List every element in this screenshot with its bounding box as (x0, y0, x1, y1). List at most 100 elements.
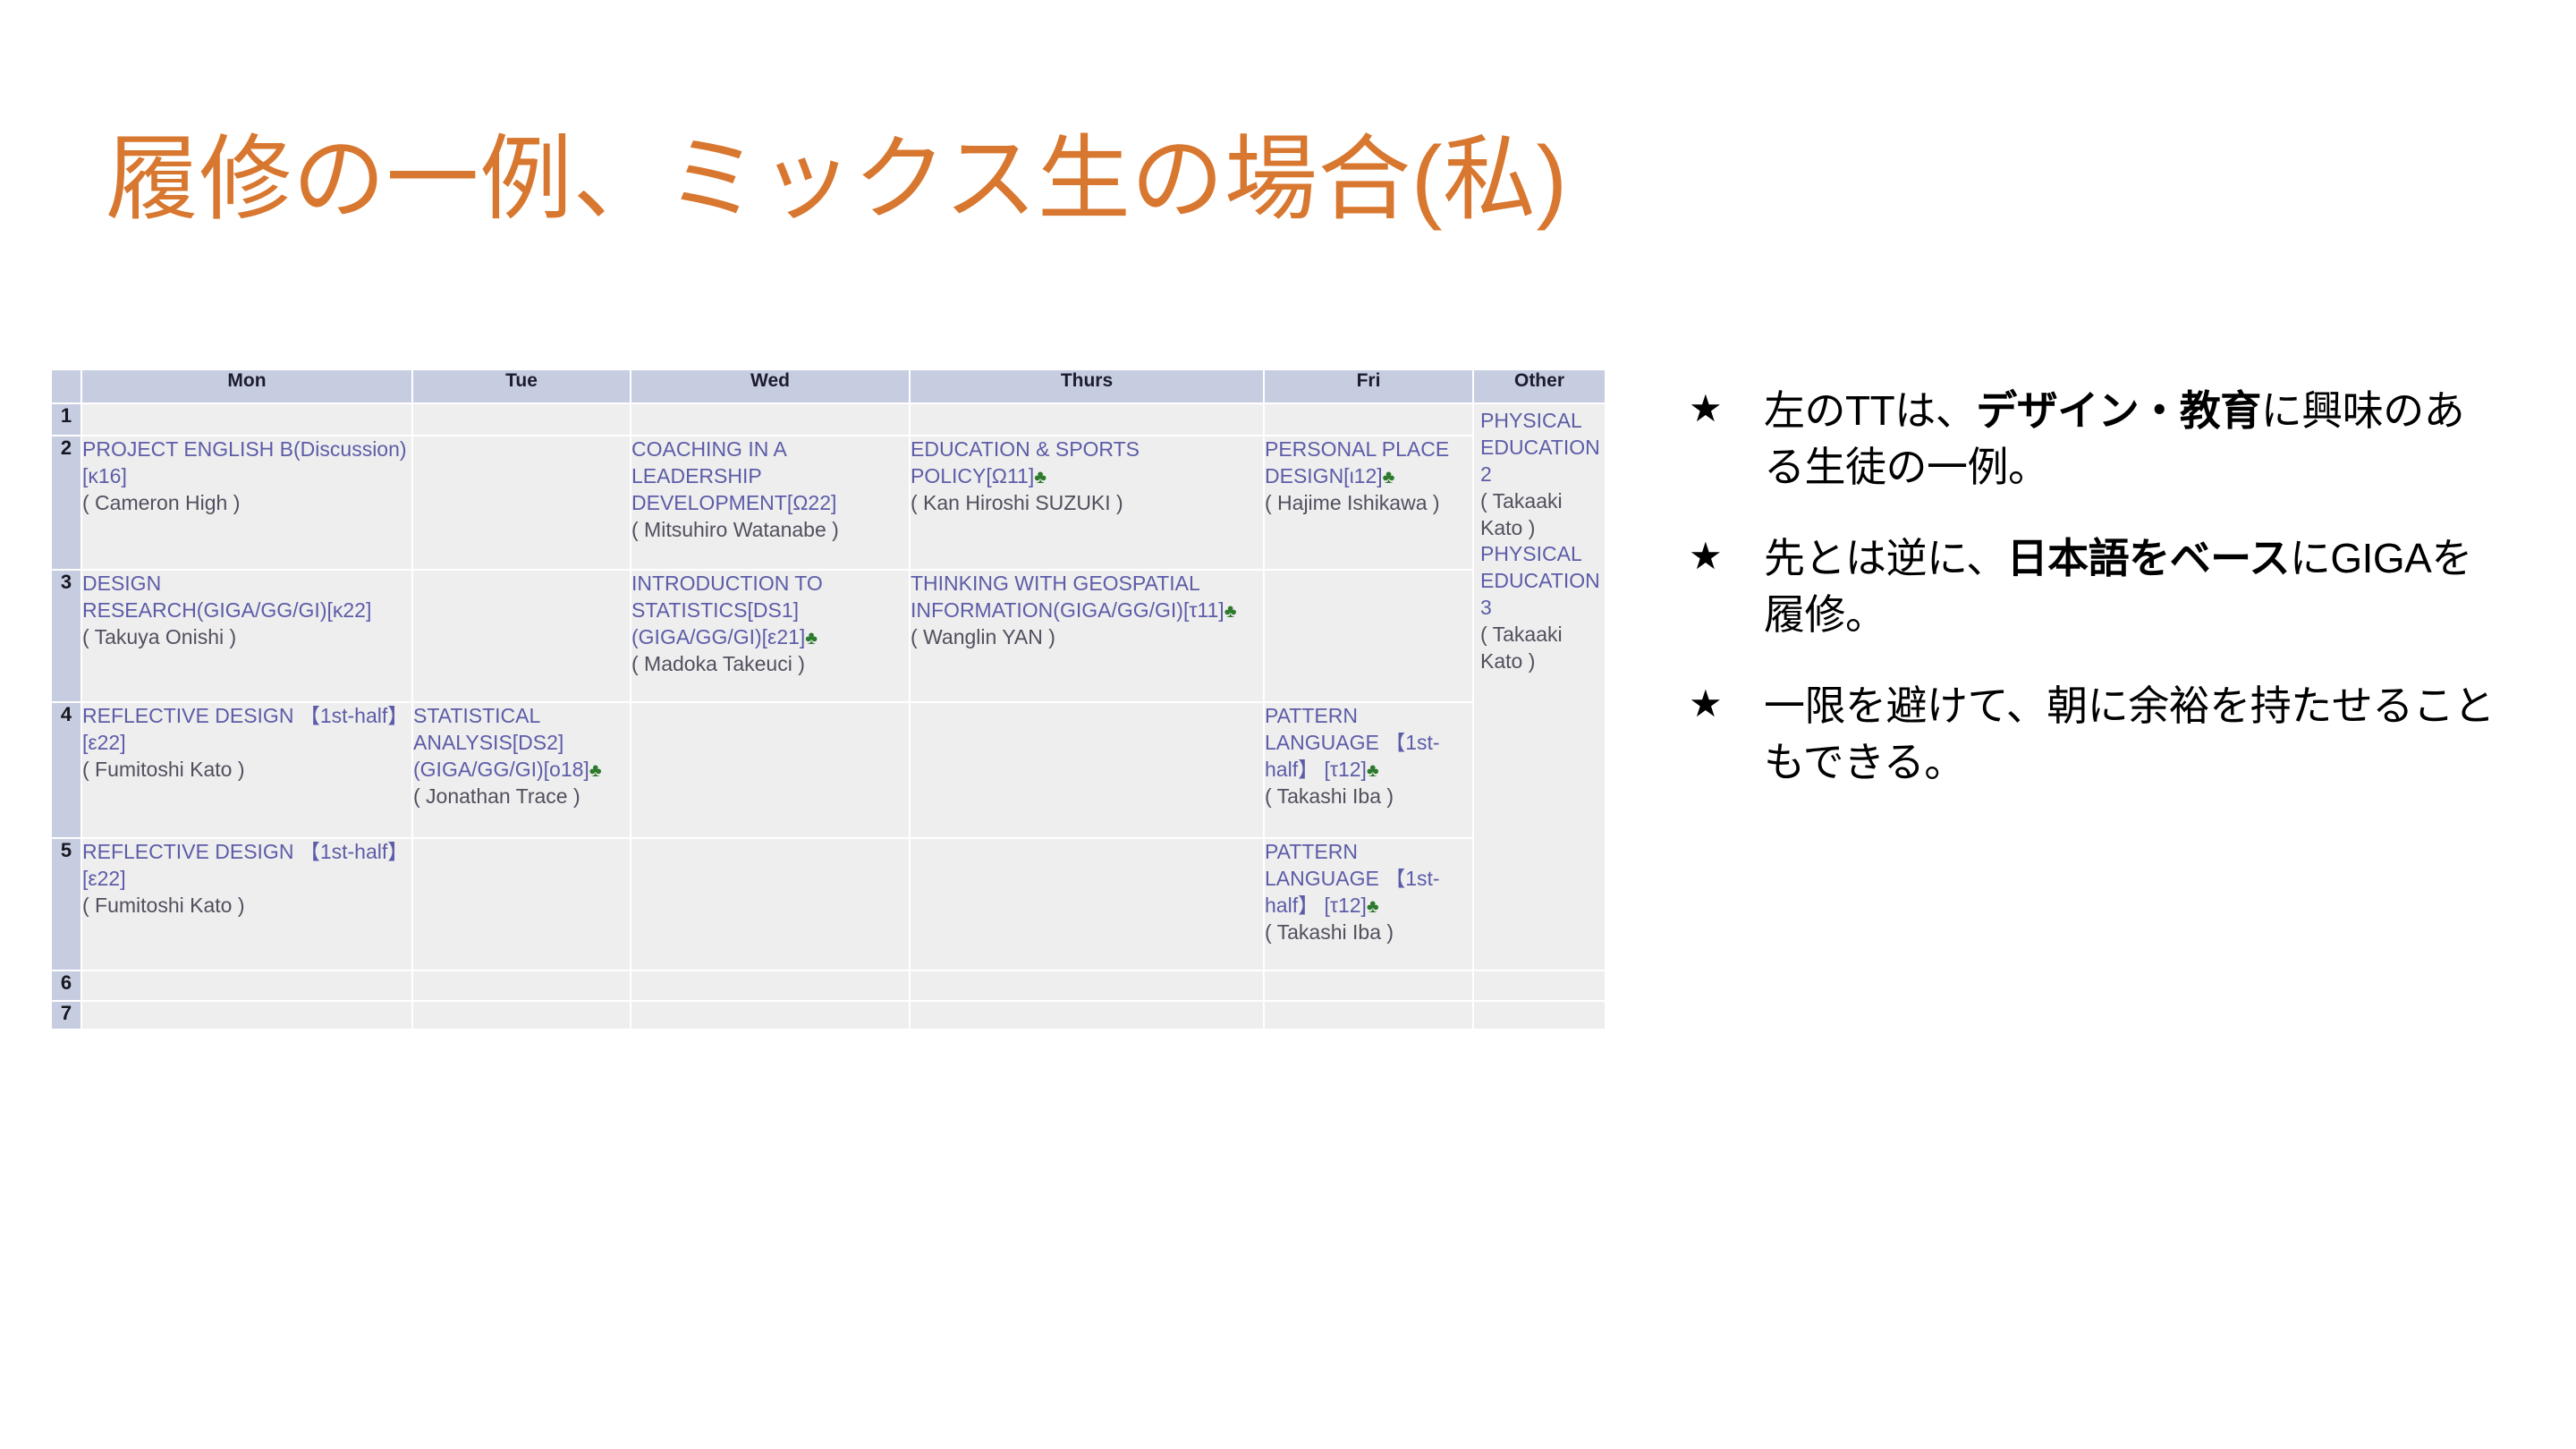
cell-tue-7[interactable] (411, 1000, 631, 1030)
row-number: 3 (50, 569, 82, 703)
list-item: ★ 左のTTは、デザイン・教育に興味のある生徒の一例。 (1682, 383, 2504, 496)
cell-mon-5[interactable]: REFLECTIVE DESIGN 【1st-half】 [ε22] ( Fum… (80, 837, 413, 971)
course-name: PATTERN LANGUAGE 【1st-half】 [τ12]♣ (1265, 839, 1472, 919)
cell-mon-6[interactable] (80, 970, 413, 1002)
cell-wed-3[interactable]: INTRODUCTION TO STATISTICS[DS1](GIGA/GG/… (630, 569, 911, 703)
course-teacher: ( Hajime Ishikawa ) (1265, 490, 1440, 514)
course-name: REFLECTIVE DESIGN 【1st-half】 [ε22] (82, 840, 409, 890)
course-teacher: ( Takuya Onishi ) (82, 624, 237, 648)
page-title: 履修の一例、ミックス生の場合(私) (106, 128, 1568, 232)
cell-wed-1[interactable] (630, 402, 911, 436)
cell-fri-7[interactable] (1263, 1000, 1474, 1030)
course-title: PERSONAL PLACE DESIGN[ι12] (1265, 437, 1450, 487)
list-item: ★ 先とは逆に、日本語をベースにGIGAを履修。 (1682, 530, 2504, 644)
row-number: 6 (50, 970, 82, 1002)
cell-wed-7[interactable] (630, 1000, 911, 1030)
cell-fri-5[interactable]: PATTERN LANGUAGE 【1st-half】 [τ12]♣ ( Tak… (1263, 837, 1474, 971)
list-item: ★ 一限を避けて、朝に余裕を持たせることもできる。 (1682, 678, 2504, 792)
cell-thurs-4[interactable] (909, 701, 1265, 839)
cell-other-6[interactable] (1472, 970, 1606, 1002)
club-icon: ♣ (1366, 759, 1379, 781)
column-header-mon: Mon (80, 369, 413, 404)
cell-mon-3[interactable]: DESIGN RESEARCH(GIGA/GG/GI)[κ22] ( Takuy… (80, 569, 413, 703)
cell-mon-7[interactable] (80, 1000, 413, 1030)
cell-fri-3[interactable] (1263, 569, 1474, 703)
cell-tue-3[interactable] (411, 569, 631, 703)
notes-list: ★ 左のTTは、デザイン・教育に興味のある生徒の一例。 ★ 先とは逆に、日本語を… (1682, 383, 2504, 826)
table-row: 3 DESIGN RESEARCH(GIGA/GG/GI)[κ22] ( Tak… (50, 569, 1606, 703)
cell-wed-2[interactable]: COACHING IN A LEADERSHIP DEVELOPMENT[Ω22… (630, 435, 911, 571)
row-number: 5 (50, 837, 82, 971)
cell-thurs-1[interactable] (909, 402, 1265, 436)
club-icon: ♣ (1224, 600, 1237, 622)
table-row: 6 (50, 970, 1606, 1002)
cell-wed-4[interactable] (630, 701, 911, 839)
cell-fri-6[interactable] (1263, 970, 1474, 1002)
club-icon: ♣ (589, 759, 602, 781)
star-icon: ★ (1689, 534, 1723, 577)
table-row: 4 REFLECTIVE DESIGN 【1st-half】 [ε22] ( F… (50, 701, 1606, 839)
cell-thurs-6[interactable] (909, 970, 1265, 1002)
cell-tue-2[interactable] (411, 435, 631, 571)
other-teacher-2: ( Takaaki Kato ) (1480, 623, 1563, 674)
note-text-bold: 日本語をベース (2006, 534, 2291, 581)
other-teacher-1: ( Takaaki Kato ) (1480, 488, 1563, 539)
cell-mon-1[interactable] (80, 402, 413, 436)
other-course-1: PHYSICAL EDUCATION 2 (1480, 409, 1600, 486)
course-title: STATISTICAL ANALYSIS[DS2](GIGA/GG/GI)[o1… (413, 704, 589, 781)
course-title: EDUCATION & SPORTS POLICY[Ω11] (911, 437, 1140, 487)
cell-tue-5[interactable] (411, 837, 631, 971)
note-text: 一限を避けて、朝に余裕を持たせることもできる。 (1764, 678, 2504, 792)
column-header-thurs: Thurs (909, 369, 1265, 404)
note-text: 先とは逆に、日本語をベースにGIGAを履修。 (1764, 530, 2504, 644)
row-number: 7 (50, 1000, 82, 1030)
course-teacher: ( Fumitoshi Kato ) (82, 893, 245, 917)
column-header-fri: Fri (1263, 369, 1474, 404)
column-header-tue: Tue (411, 369, 631, 404)
row-number: 1 (50, 402, 82, 436)
course-name: INTRODUCTION TO STATISTICS[DS1](GIGA/GG/… (631, 571, 909, 651)
cell-other-7[interactable] (1472, 1000, 1606, 1030)
cell-tue-4[interactable]: STATISTICAL ANALYSIS[DS2](GIGA/GG/GI)[o1… (411, 701, 631, 839)
table-row: 7 (50, 1000, 1606, 1030)
table-row: 2 PROJECT ENGLISH B(Discussion)[κ16] ( C… (50, 435, 1606, 571)
cell-fri-4[interactable]: PATTERN LANGUAGE 【1st-half】 [τ12]♣ ( Tak… (1263, 701, 1474, 839)
cell-thurs-7[interactable] (909, 1000, 1265, 1030)
course-title: PATTERN LANGUAGE 【1st-half】 [τ12] (1265, 704, 1440, 781)
course-name: THINKING WITH GEOSPATIAL INFORMATION(GIG… (911, 571, 1263, 624)
header-corner (50, 369, 82, 404)
row-number: 2 (50, 435, 82, 571)
note-text-pre: 左のTTは、 (1764, 387, 1977, 434)
cell-tue-1[interactable] (411, 402, 631, 436)
course-name: DESIGN RESEARCH(GIGA/GG/GI)[κ22] (82, 572, 372, 622)
club-icon: ♣ (1366, 895, 1379, 917)
cell-thurs-3[interactable]: THINKING WITH GEOSPATIAL INFORMATION(GIG… (909, 569, 1265, 703)
club-icon: ♣ (805, 627, 818, 648)
cell-thurs-5[interactable] (909, 837, 1265, 971)
star-icon: ★ (1689, 387, 1723, 429)
cell-mon-2[interactable]: PROJECT ENGLISH B(Discussion)[κ16] ( Cam… (80, 435, 413, 571)
cell-fri-2[interactable]: PERSONAL PLACE DESIGN[ι12]♣ ( Hajime Ish… (1263, 435, 1474, 571)
cell-mon-4[interactable]: REFLECTIVE DESIGN 【1st-half】 [ε22] ( Fum… (80, 701, 413, 839)
course-teacher: ( Kan Hiroshi SUZUKI ) (911, 490, 1123, 514)
course-teacher: ( Wanglin YAN ) (911, 624, 1055, 648)
cell-wed-6[interactable] (630, 970, 911, 1002)
cell-wed-5[interactable] (630, 837, 911, 971)
header-row: Mon Tue Wed Thurs Fri Other (50, 369, 1606, 404)
cell-tue-6[interactable] (411, 970, 631, 1002)
course-teacher: ( Takashi Iba ) (1265, 784, 1394, 808)
club-icon: ♣ (1034, 466, 1046, 487)
timetable-container: Mon Tue Wed Thurs Fri Other 1 PHYSICAL E… (50, 369, 1606, 1030)
course-teacher: ( Madoka Takeuci ) (631, 651, 805, 675)
note-text: 左のTTは、デザイン・教育に興味のある生徒の一例。 (1764, 383, 2504, 496)
cell-other[interactable]: PHYSICAL EDUCATION 2 ( Takaaki Kato ) PH… (1472, 402, 1606, 971)
timetable-body: 1 PHYSICAL EDUCATION 2 (Takaaki Kato) … (50, 402, 1606, 1030)
course-title: THINKING WITH GEOSPATIAL INFORMATION(GIG… (911, 572, 1224, 622)
note-text-pre: 先とは逆に、 (1764, 534, 2007, 581)
course-name: PATTERN LANGUAGE 【1st-half】 [τ12]♣ (1265, 703, 1472, 784)
club-icon: ♣ (1382, 466, 1395, 487)
table-row: 5 REFLECTIVE DESIGN 【1st-half】 [ε22] ( F… (50, 837, 1606, 971)
cell-thurs-2[interactable]: EDUCATION & SPORTS POLICY[Ω11]♣ ( Kan Hi… (909, 435, 1265, 571)
course-name: STATISTICAL ANALYSIS[DS2](GIGA/GG/GI)[o1… (413, 703, 630, 784)
cell-fri-1[interactable] (1263, 402, 1474, 436)
